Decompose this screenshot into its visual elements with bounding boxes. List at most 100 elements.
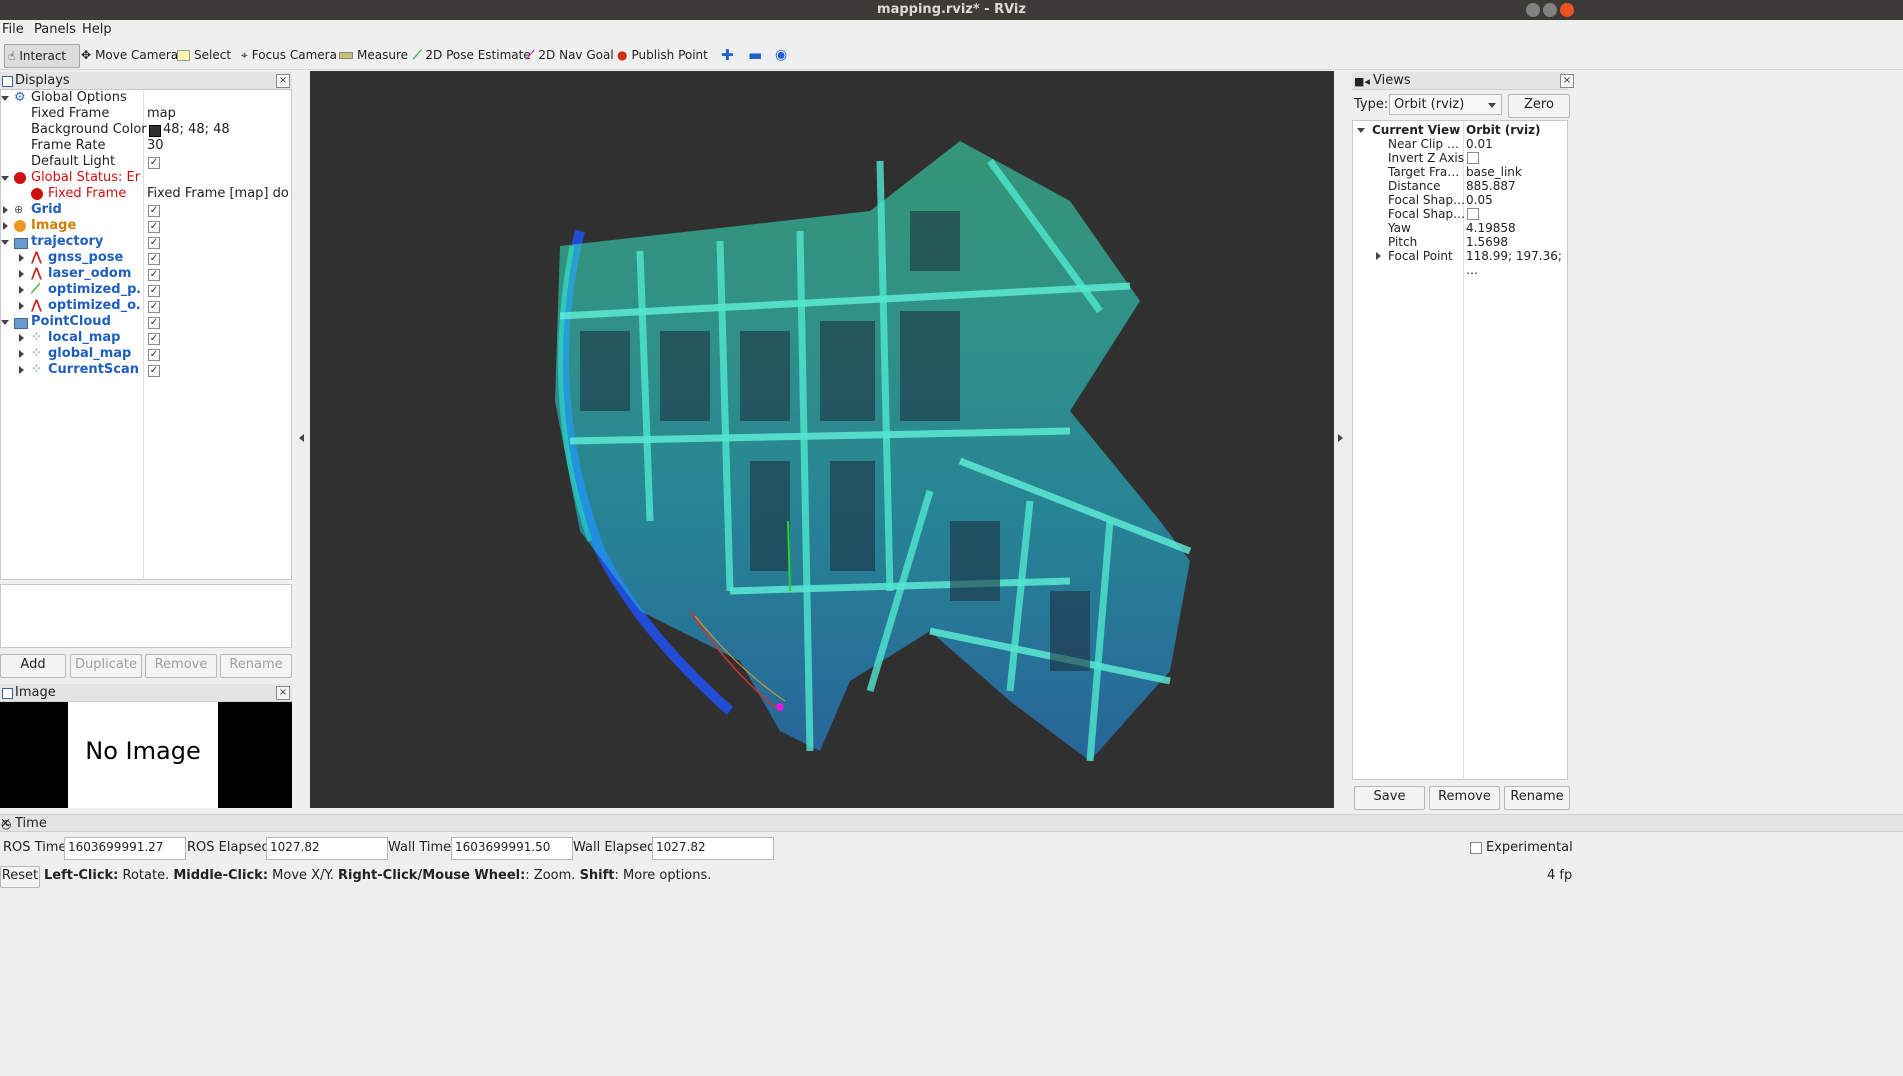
default-light-row[interactable]: Default Light ✓ <box>1 154 291 170</box>
folder-icon <box>14 238 28 249</box>
expand-arrow-icon[interactable] <box>3 206 8 214</box>
reset-button[interactable]: Reset <box>0 866 40 888</box>
publish-point-tool[interactable]: ● Publish Point <box>614 44 711 66</box>
measure-tool[interactable]: Measure <box>336 44 411 66</box>
near-clip-row[interactable]: Near Clip … 0.01 <box>1353 137 1567 151</box>
expand-arrow-icon[interactable] <box>19 270 24 278</box>
tool-properties-button[interactable]: ◉ <box>772 44 790 66</box>
display-trajectory-row[interactable]: trajectory ✓ <box>1 234 291 250</box>
display-global-map-row[interactable]: ⁘ global_map ✓ <box>1 346 291 362</box>
invert-z-axis-row[interactable]: Invert Z Axis <box>1353 151 1567 165</box>
collapse-left-arrow-icon[interactable] <box>299 434 304 442</box>
expand-arrow-icon[interactable] <box>1376 252 1381 260</box>
expand-arrow-icon[interactable] <box>19 254 24 262</box>
focal-shape-fixed-row[interactable]: Focal Shap… <box>1353 207 1567 221</box>
frame-rate-row[interactable]: Frame Rate 30 <box>1 138 291 154</box>
focal-point-row[interactable]: Focal Point 118.99; 197.36; … <box>1353 249 1567 277</box>
optimized-p-checkbox[interactable]: ✓ <box>148 285 160 297</box>
target-frame-row[interactable]: Target Fra… base_link <box>1353 165 1567 179</box>
duplicate-display-button[interactable]: Duplicate <box>70 654 142 678</box>
rename-display-button[interactable]: Rename <box>220 654 292 678</box>
focus-camera-tool[interactable]: ⌖ Focus Camera <box>238 44 340 66</box>
global-map-checkbox[interactable]: ✓ <box>148 349 160 361</box>
laser-odom-checkbox[interactable]: ✓ <box>148 269 160 281</box>
expand-arrow-icon[interactable] <box>1 240 9 245</box>
pose-estimate-tool[interactable]: ⟋ 2D Pose Estimate <box>410 44 534 66</box>
local-map-checkbox[interactable]: ✓ <box>148 333 160 345</box>
expand-arrow-icon[interactable] <box>19 350 24 358</box>
displays-close-button[interactable]: × <box>276 74 290 88</box>
expand-arrow-icon[interactable] <box>19 366 24 374</box>
current-scan-checkbox[interactable]: ✓ <box>148 365 160 377</box>
expand-arrow-icon[interactable] <box>19 302 24 310</box>
distance-row[interactable]: Distance 885.887 <box>1353 179 1567 193</box>
3d-viewport[interactable] <box>310 71 1334 808</box>
save-view-button[interactable]: Save <box>1354 786 1425 810</box>
global-status-row[interactable]: Global Status: Er… <box>1 170 291 186</box>
expand-arrow-icon[interactable] <box>1 320 9 325</box>
gnss-pose-checkbox[interactable]: ✓ <box>148 253 160 265</box>
wall-time-field[interactable]: 1603699991.50 <box>451 837 573 860</box>
rename-view-button[interactable]: Rename <box>1504 786 1570 810</box>
fixed-frame-error-row[interactable]: Fixed Frame Fixed Frame [map] doe… <box>1 186 291 202</box>
current-view-row[interactable]: Current View Orbit (rviz) <box>1353 123 1567 137</box>
zero-button[interactable]: Zero <box>1508 94 1570 118</box>
fixed-frame-row[interactable]: Fixed Frame map <box>1 106 291 122</box>
pointcloud-checkbox[interactable]: ✓ <box>148 317 160 329</box>
remove-view-button[interactable]: Remove <box>1429 786 1500 810</box>
remove-tool-button[interactable]: ▬ <box>745 44 765 66</box>
focal-shape-size-row[interactable]: Focal Shap… 0.05 <box>1353 193 1567 207</box>
display-image-row[interactable]: Image ✓ <box>1 218 291 234</box>
focal-shape-checkbox[interactable] <box>1467 208 1479 220</box>
display-current-scan-row[interactable]: ⁘ CurrentScan ✓ <box>1 362 291 378</box>
map-pin-icon: ● <box>617 48 628 62</box>
move-icon: ✥ <box>81 48 92 62</box>
global-options-row[interactable]: ⚙ Global Options <box>1 90 291 106</box>
grid-checkbox[interactable]: ✓ <box>148 205 160 217</box>
experimental-checkbox[interactable] <box>1470 842 1482 854</box>
menu-panels[interactable]: Panels <box>34 22 76 37</box>
expand-arrow-icon[interactable] <box>1 176 9 181</box>
menu-help[interactable]: Help <box>82 22 112 37</box>
display-pointcloud-row[interactable]: PointCloud ✓ <box>1 314 291 330</box>
expand-arrow-icon[interactable] <box>1357 128 1365 133</box>
collapse-right-arrow-icon[interactable] <box>1338 434 1343 442</box>
display-gnss-pose-row[interactable]: ⋀ gnss_pose ✓ <box>1 250 291 266</box>
add-display-button[interactable]: Add <box>0 654 66 678</box>
views-close-button[interactable]: × <box>1560 74 1574 88</box>
menu-file[interactable]: File <box>2 22 24 37</box>
pitch-row[interactable]: Pitch 1.5698 <box>1353 235 1567 249</box>
display-optimized-p-row[interactable]: ⟋ optimized_p… ✓ <box>1 282 291 298</box>
add-tool-button[interactable]: ✚ <box>718 44 737 66</box>
close-button[interactable] <box>1560 3 1574 17</box>
display-laser-odom-row[interactable]: ⋀ laser_odom ✓ <box>1 266 291 282</box>
image-checkbox[interactable]: ✓ <box>148 221 160 233</box>
minimize-button[interactable] <box>1526 3 1540 17</box>
wall-elapsed-field[interactable]: 1027.82 <box>652 837 774 860</box>
remove-display-button[interactable]: Remove <box>145 654 217 678</box>
hand-icon: ☝ <box>8 49 16 63</box>
interact-tool[interactable]: ☝ Interact <box>4 44 80 68</box>
display-optimized-o-row[interactable]: ⋀ optimized_o… ✓ <box>1 298 291 314</box>
display-local-map-row[interactable]: ⁘ local_map ✓ <box>1 330 291 346</box>
expand-arrow-icon[interactable] <box>3 222 8 230</box>
image-panel-close-button[interactable]: × <box>276 686 290 700</box>
optimized-o-checkbox[interactable]: ✓ <box>148 301 160 313</box>
background-color-row[interactable]: Background Color 48; 48; 48 <box>1 122 291 138</box>
expand-arrow-icon[interactable] <box>19 334 24 342</box>
nav-goal-tool[interactable]: ⟋ 2D Nav Goal <box>523 44 617 66</box>
invert-z-checkbox[interactable] <box>1467 152 1479 164</box>
view-type-select[interactable]: Orbit (rviz) <box>1389 94 1502 115</box>
maximize-button[interactable] <box>1543 3 1557 17</box>
move-camera-tool[interactable]: ✥ Move Camera <box>78 44 181 66</box>
trajectory-checkbox[interactable]: ✓ <box>148 237 160 249</box>
default-light-checkbox[interactable]: ✓ <box>148 157 160 169</box>
color-swatch[interactable] <box>149 125 161 137</box>
ros-elapsed-field[interactable]: 1027.82 <box>266 837 388 860</box>
expand-arrow-icon[interactable] <box>1 96 9 101</box>
ros-time-field[interactable]: 1603699991.27 <box>64 837 186 860</box>
expand-arrow-icon[interactable] <box>19 286 24 294</box>
display-grid-row[interactable]: ⊕ Grid ✓ <box>1 202 291 218</box>
yaw-row[interactable]: Yaw 4.19858 <box>1353 221 1567 235</box>
select-tool[interactable]: Select <box>174 44 234 66</box>
